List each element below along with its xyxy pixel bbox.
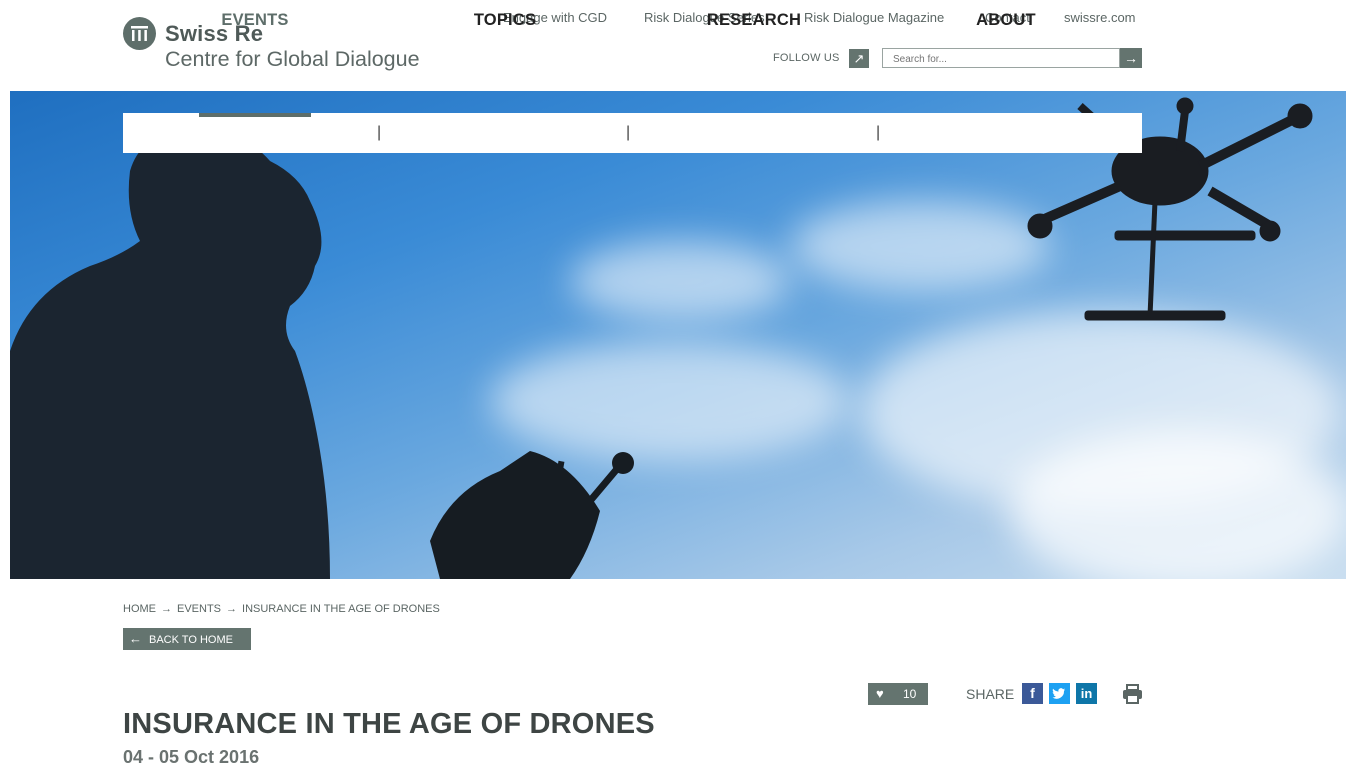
linkedin-icon[interactable]: in bbox=[1076, 683, 1097, 704]
breadcrumb-events[interactable]: EVENTS bbox=[177, 603, 221, 615]
print-icon[interactable] bbox=[1122, 684, 1143, 709]
follow-us-button[interactable]: ↗ bbox=[849, 49, 869, 68]
share-label: SHARE bbox=[966, 686, 1015, 702]
back-to-home-button[interactable]: ← BACK TO HOME bbox=[123, 628, 251, 650]
swiss-re-logo-icon bbox=[123, 17, 156, 50]
top-link-swissre[interactable]: swissre.com bbox=[1064, 10, 1136, 25]
main-nav bbox=[123, 113, 1142, 153]
nav-item-research[interactable]: RESEARCH bbox=[690, 0, 818, 40]
follow-us-label: FOLLOW US bbox=[773, 52, 840, 64]
search-input[interactable] bbox=[893, 51, 1113, 68]
arrow-right-icon: → bbox=[161, 603, 172, 615]
nav-item-about[interactable]: ABOUT bbox=[956, 0, 1056, 40]
like-button[interactable]: ♥ 10 bbox=[868, 683, 928, 705]
like-count: 10 bbox=[903, 687, 917, 701]
search-box bbox=[882, 48, 1120, 68]
nav-item-topics[interactable]: TOPICS bbox=[446, 0, 564, 40]
hero-image bbox=[10, 91, 1346, 579]
breadcrumb: HOME → EVENTS → INSURANCE IN THE AGE OF DRON… bbox=[123, 603, 440, 615]
nav-separator: | bbox=[626, 124, 631, 141]
heart-icon: ♥ bbox=[876, 686, 884, 701]
arrow-right-icon: → bbox=[1124, 50, 1138, 66]
breadcrumb-home[interactable]: HOME bbox=[123, 603, 156, 615]
page-title: INSURANCE IN THE AGE OF DRONES bbox=[123, 708, 655, 740]
twitter-icon[interactable] bbox=[1049, 683, 1070, 704]
event-date: 04 - 05 Oct 2016 bbox=[123, 747, 260, 767]
top-link-risk-dialogue-magazine[interactable]: Risk Dialogue Magazine bbox=[804, 10, 944, 25]
facebook-icon[interactable]: f bbox=[1022, 683, 1043, 704]
breadcrumb-current: INSURANCE IN THE AGE OF DRONES bbox=[242, 603, 440, 615]
external-arrow-icon: ↗ bbox=[853, 51, 865, 66]
nav-item-events[interactable]: EVENTS bbox=[199, 0, 311, 40]
nav-separator: | bbox=[876, 124, 881, 141]
back-to-home-label: BACK TO HOME bbox=[149, 634, 233, 646]
arrow-right-icon: → bbox=[226, 603, 238, 615]
search-button[interactable]: → bbox=[1120, 48, 1142, 68]
nav-active-indicator bbox=[199, 113, 311, 117]
brand-subtitle: Centre for Global Dialogue bbox=[165, 47, 420, 71]
nav-separator: | bbox=[377, 124, 382, 141]
arrow-left-icon: ← bbox=[129, 631, 142, 646]
